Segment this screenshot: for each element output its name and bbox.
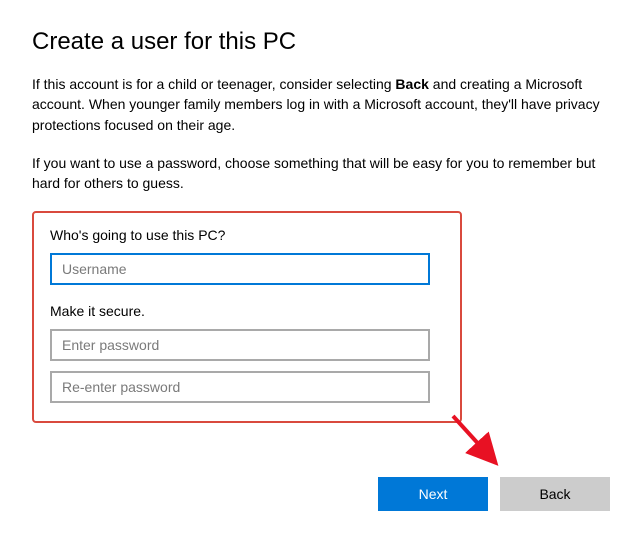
secure-label: Make it secure. [50,303,444,319]
password-input[interactable] [50,329,430,361]
next-button[interactable]: Next [378,477,488,511]
intro-bold-back: Back [395,76,428,92]
who-label: Who's going to use this PC? [50,227,444,243]
button-row: Next Back [378,477,610,511]
page-title: Create a user for this PC [32,28,610,56]
username-input[interactable] [50,253,430,285]
back-button[interactable]: Back [500,477,610,511]
intro-paragraph: If this account is for a child or teenag… [32,74,610,135]
password-confirm-input[interactable] [50,371,430,403]
intro-text-1: If this account is for a child or teenag… [32,76,395,92]
password-hint: If you want to use a password, choose so… [32,153,610,194]
form-highlight-box: Who's going to use this PC? Make it secu… [32,211,462,423]
